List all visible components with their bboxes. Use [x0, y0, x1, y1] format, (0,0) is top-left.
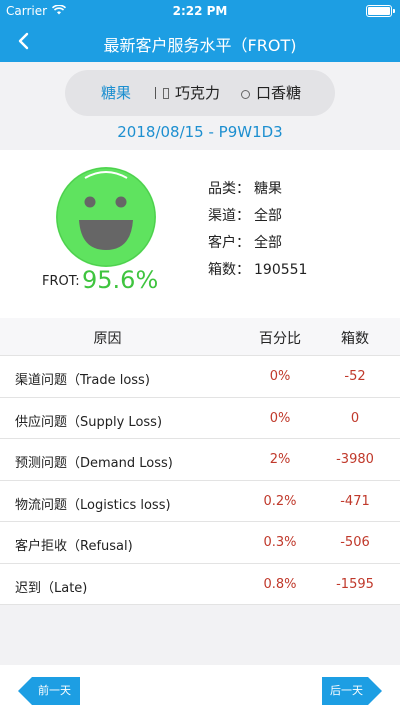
tab-chocolate[interactable]: 巧克力: [163, 70, 220, 116]
back-arrow-icon[interactable]: [12, 28, 38, 54]
row-reason: 渠道问题（Trade loss): [15, 373, 150, 388]
prev-day-button[interactable]: 前一天: [18, 677, 80, 705]
tab-label: 巧克力: [175, 84, 221, 102]
info-boxes: 箱数： 190551: [208, 257, 307, 284]
info-label: 客户：: [208, 235, 250, 251]
smiley-face-icon: [56, 167, 156, 267]
row-boxes: -1595: [336, 576, 374, 592]
row-reason: 预测问题（Demand Loss): [15, 456, 173, 471]
table-row[interactable]: 客户拒收（Refusal) 0.3% -506: [0, 522, 400, 564]
info-category: 品类： 糖果: [208, 176, 307, 203]
row-reason: 物流问题（Logistics loss): [15, 497, 171, 513]
info-value: 全部: [254, 208, 282, 224]
table-row[interactable]: 渠道问题（Trade loss) 0% -52: [0, 356, 400, 398]
app-header: Carrier 2:22 PM 最新客户服务水平（FROT): [0, 0, 400, 62]
tab-label: 糖果: [101, 84, 132, 102]
row-boxes: -52: [344, 369, 366, 384]
table-header: 原因 百分比 箱数: [0, 318, 400, 356]
info-value: 190551: [254, 262, 308, 278]
row-reason: 客户拒收（Refusal): [15, 539, 133, 554]
info-channel: 渠道： 全部: [208, 203, 307, 230]
tab-gum[interactable]: 口香糖: [241, 70, 301, 116]
tab-candy[interactable]: 糖果: [101, 70, 131, 116]
info-customer: 客户： 全部: [208, 230, 307, 257]
category-tabs: 糖果 巧克力 口香糖: [65, 70, 335, 116]
info-value: 糖果: [254, 181, 282, 197]
next-day-button[interactable]: 后一天: [322, 677, 382, 705]
frot-value: 95.6%: [82, 266, 159, 294]
info-value: 全部: [254, 235, 282, 251]
row-boxes: -471: [340, 493, 370, 509]
col-reason: 原因: [93, 331, 122, 347]
table-row[interactable]: 迟到（Late) 0.8% -1595: [0, 564, 400, 605]
page-title: 最新客户服务水平（FROT): [103, 36, 297, 55]
chocolate-icon: [163, 88, 169, 99]
battery-icon: [366, 5, 395, 17]
row-boxes: -506: [340, 535, 370, 550]
tab-label: 口香糖: [256, 84, 302, 102]
row-boxes: -3980: [336, 452, 374, 467]
period-date: 2018/08/15 - P9W1D3: [117, 123, 283, 141]
table-row[interactable]: 供应问题（Supply Loss) 0% 0: [0, 398, 400, 439]
info-label: 箱数：: [208, 262, 250, 278]
summary-card: FROT: 95.6% 品类： 糖果 渠道： 全部 客户： 全部 箱数： 190551: [0, 150, 400, 318]
status-bar: Carrier 2:22 PM: [0, 0, 400, 22]
summary-info: 品类： 糖果 渠道： 全部 客户： 全部 箱数： 190551: [208, 176, 307, 284]
table-row[interactable]: 预测问题（Demand Loss) 2% -3980: [0, 439, 400, 481]
gum-icon: [241, 90, 250, 99]
frot-label: FROT:: [42, 274, 80, 289]
row-reason: 迟到（Late): [15, 580, 88, 596]
row-reason: 供应问题（Supply Loss): [15, 414, 163, 430]
table-row[interactable]: 物流问题（Logistics loss) 0.2% -471: [0, 481, 400, 522]
info-label: 品类：: [208, 181, 250, 197]
day-navigation: 前一天 后一天: [0, 665, 400, 710]
tab-divider: [155, 87, 156, 99]
info-label: 渠道：: [208, 208, 250, 224]
category-selector: 糖果 巧克力 口香糖 2018/08/15 - P9W1D3: [0, 62, 400, 148]
status-time: 2:22 PM: [172, 4, 228, 18]
loss-table: 原因 百分比 箱数 渠道问题（Trade loss) 0% -52 供应问题（S…: [0, 318, 400, 605]
col-boxes: 箱数: [341, 331, 369, 347]
row-boxes: 0: [350, 410, 360, 426]
